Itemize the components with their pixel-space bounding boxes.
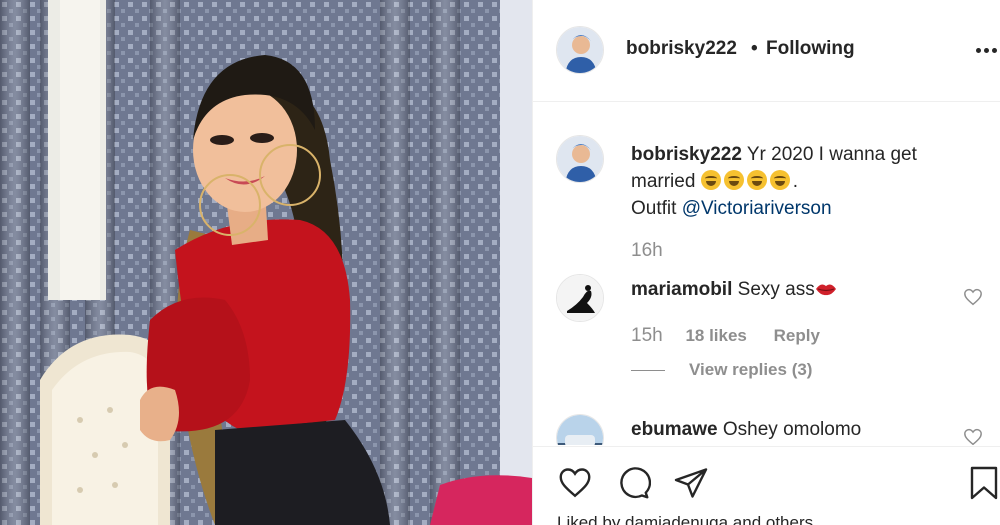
outfit-label: Outfit [631,198,677,219]
like-button[interactable] [557,465,593,501]
comment-body: Oshey omolomo [722,419,862,440]
action-bar: Liked by damiadenuga and others [533,446,1000,525]
bookmark-icon [970,466,998,500]
avatar[interactable] [556,274,604,322]
post-username[interactable]: bobrisky222 [626,38,737,60]
avatar[interactable] [556,414,604,445]
follow-button[interactable]: Following [766,38,855,60]
caption-line2: married [631,171,696,192]
comment-body: Sexy ass [737,279,815,300]
comment-button[interactable] [615,465,651,501]
comment-text: mariamobil Sexy ass [631,279,837,301]
comment-text: ebumawe Oshey omolomo [631,419,861,441]
heart-icon [559,468,591,498]
avatar[interactable] [556,135,604,183]
laughing-emoji-icon [746,170,767,190]
comments-list[interactable]: bobrisky222 Yr 2020 I wanna get married … [533,103,1000,445]
post-image [0,0,532,525]
laughing-emoji-icon [769,170,790,190]
post-panel: bobrisky222 • Following bobrisky222 Yr 2… [532,0,1000,525]
post-photo[interactable] [0,0,532,525]
caption-line2-end: . [792,171,798,192]
share-button[interactable] [673,465,709,501]
separator-dot: • [751,38,758,59]
more-options-icon[interactable] [975,40,999,60]
caption-text: bobrisky222 Yr 2020 I wanna get married … [631,141,981,222]
laughing-emoji-icon [700,170,721,190]
comment-username[interactable]: ebumawe [631,419,718,440]
caption-username[interactable]: bobrisky222 [631,144,742,165]
caption-timestamp[interactable]: 16h [631,240,663,262]
laughing-emoji-icon [723,170,744,190]
comment-meta: 15h 18 likes Reply [631,325,820,347]
share-icon [674,468,708,498]
comment-icon [620,467,651,499]
post-header: bobrisky222 • Following [533,0,1000,102]
heart-icon[interactable] [963,288,983,306]
comment-likes[interactable]: 18 likes [685,326,746,345]
save-button[interactable] [969,465,1000,501]
view-replies-button[interactable]: View replies (3) [689,360,812,380]
comment-username[interactable]: mariamobil [631,279,732,300]
liked-by-text[interactable]: Liked by damiadenuga and others [557,513,813,525]
caption-line1: Yr 2020 I wanna get [746,144,917,165]
heart-icon[interactable] [963,428,983,445]
comment-timestamp[interactable]: 15h [631,325,663,346]
lips-emoji-icon [815,284,836,296]
replies-divider [631,370,665,371]
mention-link[interactable]: @Victoriariverson [682,198,832,219]
avatar[interactable] [556,26,604,74]
reply-button[interactable]: Reply [774,326,820,345]
